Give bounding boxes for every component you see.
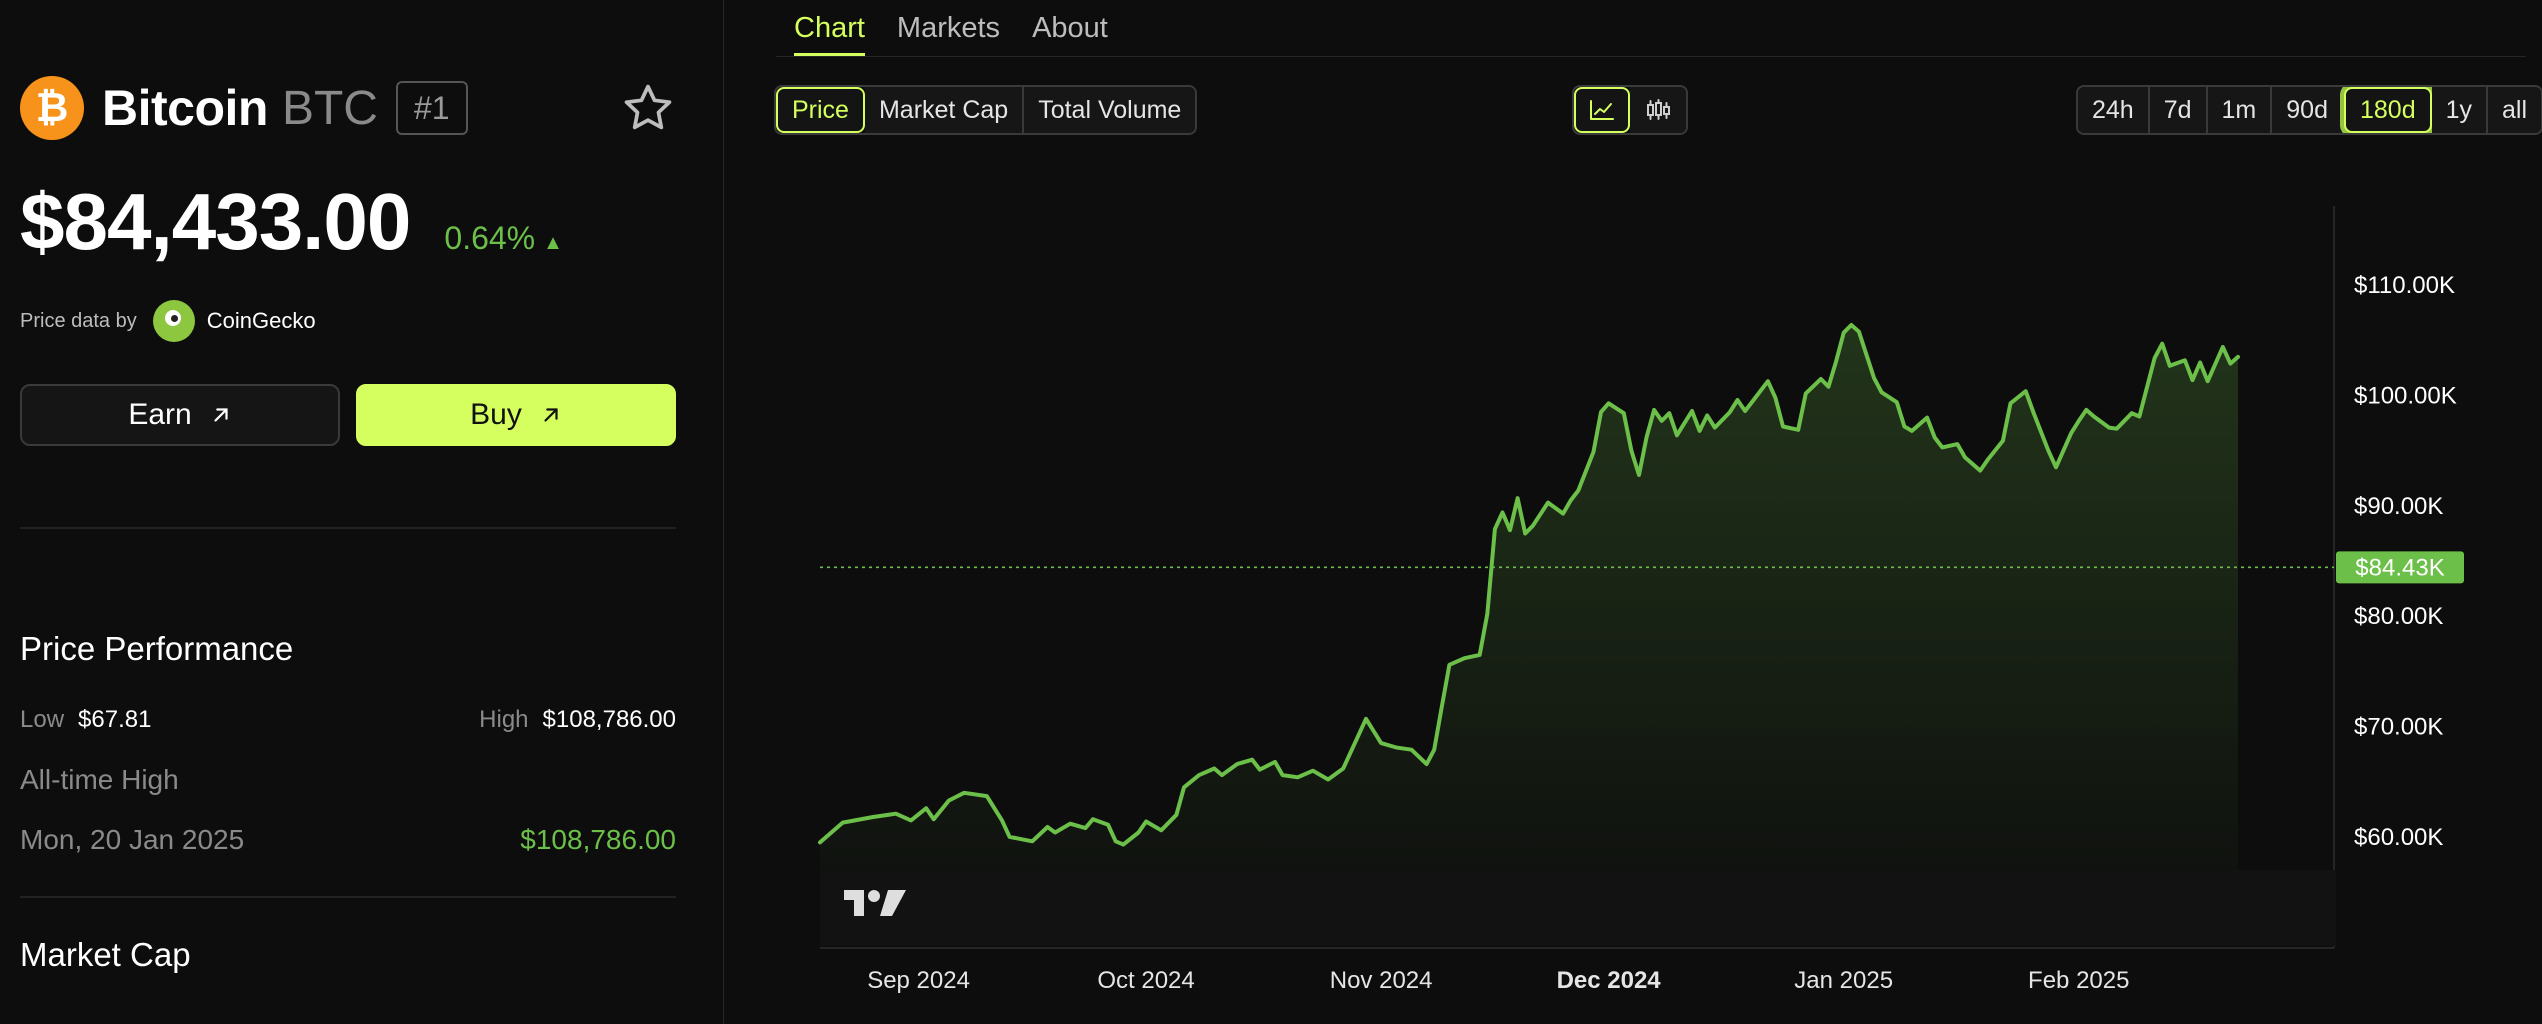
y-tick-label: $100.00K xyxy=(2354,383,2457,410)
range-90d-button[interactable]: 90d xyxy=(2272,87,2344,133)
tab-about[interactable]: About xyxy=(1032,12,1108,56)
earn-button[interactable]: Earn xyxy=(20,384,340,446)
y-tick-label: $90.00K xyxy=(2354,493,2443,520)
coin-name: Bitcoin xyxy=(102,80,268,136)
earn-button-label: Earn xyxy=(128,398,192,431)
triangle-up-icon: ▲ xyxy=(543,232,563,254)
high-value: $108,786.00 xyxy=(542,706,676,733)
range-1m-button[interactable]: 1m xyxy=(2207,87,2273,133)
coin-header: ₿ Bitcoin BTC #1 xyxy=(20,76,676,140)
coin-summary-panel: ₿ Bitcoin BTC #1 $84,433.00 0.64% ▲ Price… xyxy=(0,0,724,1024)
current-price-label: $84.43K xyxy=(2355,554,2444,581)
low-high-row: Low $67.81 High $108,786.00 xyxy=(20,706,676,734)
x-tick-label: Sep 2024 xyxy=(867,967,970,994)
low-label: Low xyxy=(20,706,65,733)
line-chart-icon xyxy=(1590,100,1614,120)
price-performance-title: Price Performance xyxy=(20,630,294,667)
high-label: High xyxy=(479,706,529,733)
low-value: $67.81 xyxy=(78,706,152,733)
price-row: $84,433.00 0.64% ▲ xyxy=(20,176,563,268)
candlestick-chart-button[interactable] xyxy=(1630,87,1686,133)
ath-date: Mon, 20 Jan 2025 xyxy=(20,824,245,855)
tabs-divider xyxy=(776,56,2526,57)
range-180d-button[interactable]: 180d xyxy=(2343,87,2432,133)
price-change: 0.64% ▲ xyxy=(444,220,563,257)
candlestick-icon xyxy=(1647,99,1670,120)
tab-chart[interactable]: Chart xyxy=(794,12,865,56)
y-tick-label: $80.00K xyxy=(2354,603,2443,630)
range-1y-button[interactable]: 1y xyxy=(2431,87,2489,133)
price-data-provider[interactable]: CoinGecko xyxy=(207,308,316,334)
metric-toggle: Price Market Cap Total Volume xyxy=(774,85,1198,135)
bitcoin-icon: ₿ xyxy=(20,76,84,140)
range-24h-button[interactable]: 24h xyxy=(2078,87,2150,133)
price-change-value: 0.64% xyxy=(444,220,536,256)
chart-x-axis: Sep 2024 Oct 2024 Nov 2024 Dec 2024 Jan 2025… xyxy=(867,967,2129,994)
arrow-up-right-icon xyxy=(544,408,558,422)
chart-type-toggle xyxy=(1572,85,1688,135)
x-tick-label: Nov 2024 xyxy=(1330,967,1433,994)
chart-area xyxy=(818,323,2240,870)
rank-badge: #1 xyxy=(395,81,468,135)
coingecko-logo-icon xyxy=(152,300,195,342)
app-root: ₿ Bitcoin BTC #1 $84,433.00 0.64% ▲ Price… xyxy=(0,0,2542,1024)
metric-market-cap-button[interactable]: Market Cap xyxy=(864,87,1025,133)
y-tick-label: $110.00K xyxy=(2354,272,2455,299)
arrow-up-right-icon xyxy=(214,408,228,422)
range-7d-button[interactable]: 7d xyxy=(2149,87,2208,133)
divider xyxy=(20,527,676,529)
y-tick-label: $60.00K xyxy=(2354,824,2443,851)
buy-button[interactable]: Buy xyxy=(356,384,676,446)
divider xyxy=(20,896,676,898)
price-chart[interactable]: $84.43K $60.00K $70.00K $80.00K $90.00K $100… xyxy=(776,150,2542,1024)
y-tick-label: $70.00K xyxy=(2354,714,2443,741)
price-data-attribution: Price data by CoinGecko xyxy=(20,300,316,342)
buy-button-label: Buy xyxy=(470,398,522,431)
price-area-fill xyxy=(820,325,2238,870)
coin-symbol: BTC xyxy=(281,81,378,135)
time-range-toggle: 24h 7d 1m 90d 180d 1y all xyxy=(2076,85,2542,135)
ath-row: Mon, 20 Jan 2025 $108,786.00 xyxy=(20,824,676,856)
ath-label: All-time High xyxy=(20,764,179,795)
star-icon[interactable] xyxy=(620,80,676,136)
x-tick-label: Feb 2025 xyxy=(2028,967,2129,994)
x-tick-label: Jan 2025 xyxy=(1794,967,1893,994)
range-all-button[interactable]: all xyxy=(2488,87,2542,133)
metric-total-volume-button[interactable]: Total Volume xyxy=(1024,87,1196,133)
x-tick-label: Oct 2024 xyxy=(1097,967,1194,994)
x-tick-label: Dec 2024 xyxy=(1557,967,1662,994)
line-chart-button[interactable] xyxy=(1574,87,1630,133)
metric-price-button[interactable]: Price xyxy=(776,87,865,133)
main-tabs: Chart Markets About xyxy=(794,12,1108,56)
market-cap-title: Market Cap xyxy=(20,936,191,973)
tab-markets[interactable]: Markets xyxy=(897,12,1000,56)
coin-price: $84,433.00 xyxy=(20,177,411,266)
price-data-label: Price data by xyxy=(20,309,137,332)
volume-pane xyxy=(820,870,2336,946)
ath-value: $108,786.00 xyxy=(520,824,676,855)
